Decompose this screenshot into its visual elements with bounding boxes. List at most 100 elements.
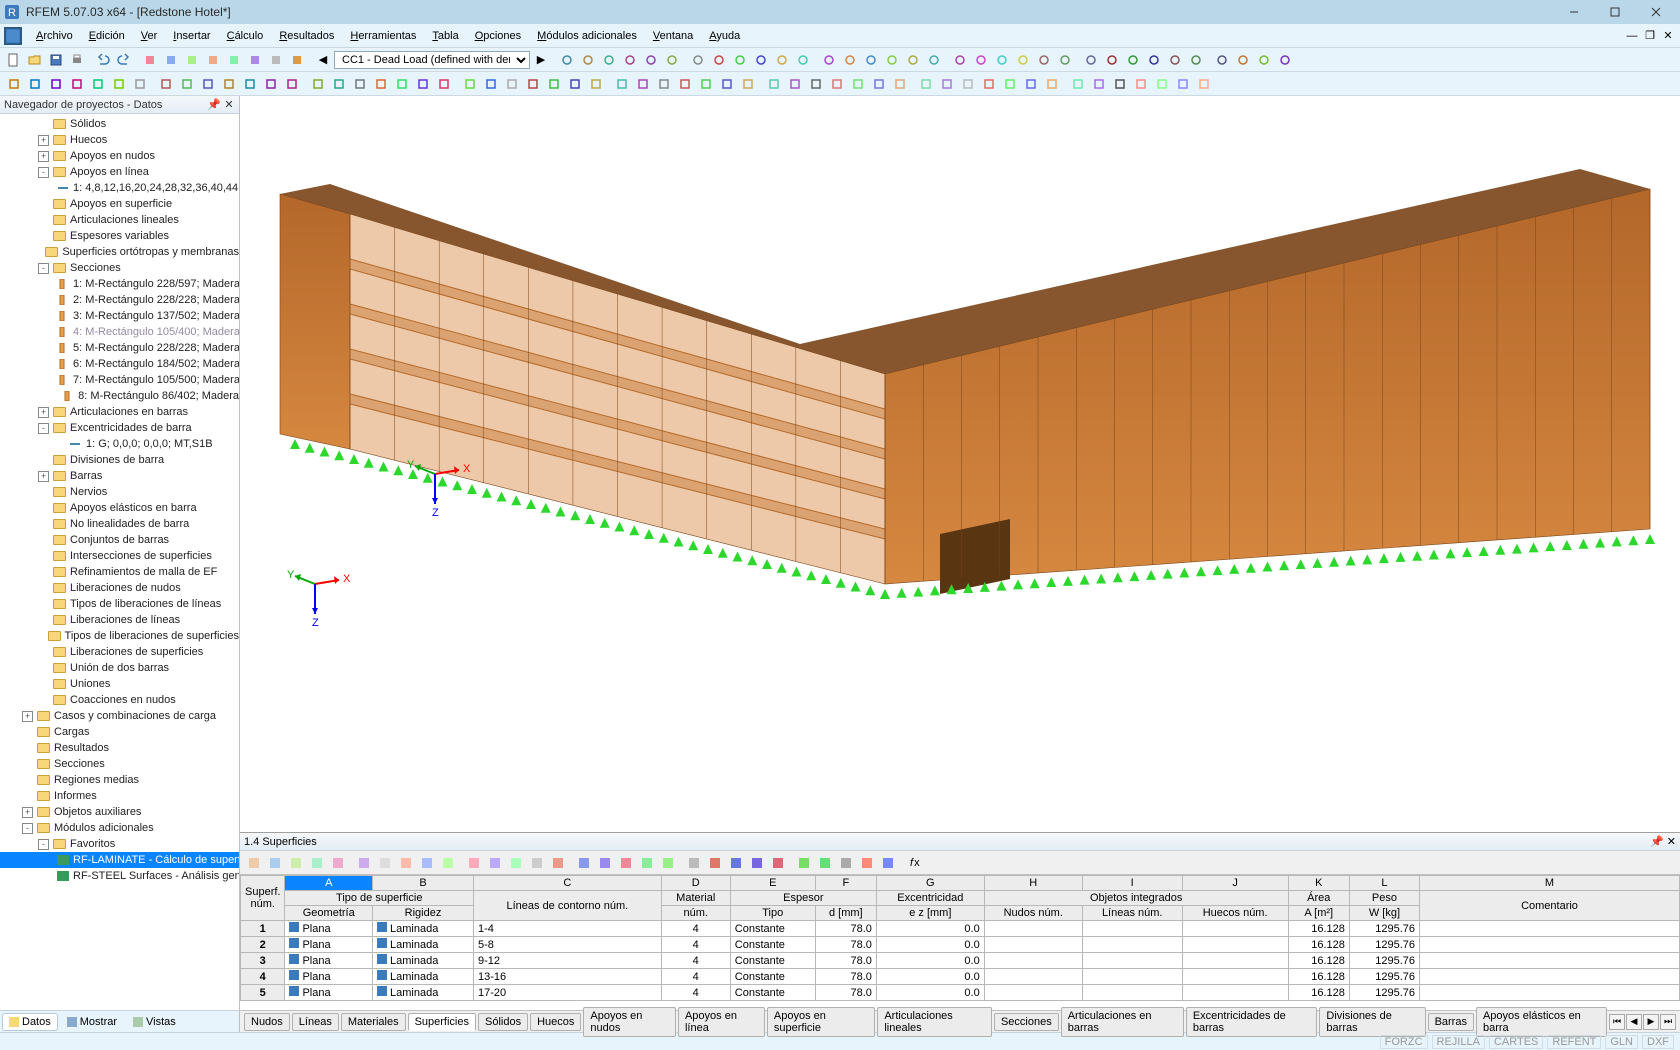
table-tool-icon[interactable] (658, 853, 678, 873)
tree-item[interactable]: Unión de dos barras (0, 660, 239, 676)
loadcase-prev-icon[interactable]: ◀ (313, 50, 333, 70)
menu-resultados[interactable]: Resultados (271, 27, 342, 45)
table-tab[interactable]: Sólidos (478, 1013, 528, 1031)
tree-item[interactable]: Articulaciones lineales (0, 212, 239, 228)
tool-icon[interactable] (992, 50, 1012, 70)
tool-icon[interactable] (916, 74, 936, 94)
tree-item[interactable]: RF-STEEL Surfaces - Análisis general (0, 868, 239, 884)
mdi-close-button[interactable]: ✕ (1660, 29, 1676, 43)
tree-item[interactable]: Secciones (0, 756, 239, 772)
tab-nav-button[interactable]: ⏭ (1660, 1014, 1676, 1030)
tree-item[interactable]: +Objetos auxiliares (0, 804, 239, 820)
tab-nav-button[interactable]: ▶ (1643, 1014, 1659, 1030)
tool-icon[interactable] (4, 74, 24, 94)
close-button[interactable] (1636, 2, 1676, 22)
tool-icon[interactable] (198, 74, 218, 94)
tool-icon[interactable] (177, 74, 197, 94)
status-segment[interactable]: FORZC (1380, 1035, 1428, 1049)
tool-icon[interactable] (261, 74, 281, 94)
tree-item[interactable]: 7: M-Rectángulo 105/500; Madera (0, 372, 239, 388)
menu-opciones[interactable]: Opciones (467, 27, 529, 45)
tool-icon[interactable] (738, 74, 758, 94)
tool-icon[interactable] (25, 74, 45, 94)
table-tool-icon[interactable] (794, 853, 814, 873)
status-segment[interactable]: REJILLA (1432, 1035, 1485, 1049)
tool-icon[interactable] (329, 74, 349, 94)
mdi-restore-button[interactable]: ❐ (1642, 29, 1658, 43)
pin-icon[interactable]: 📌 (1650, 835, 1664, 848)
table-tab[interactable]: Divisiones de barras (1319, 1007, 1425, 1037)
tool-icon[interactable] (88, 74, 108, 94)
tree-item[interactable]: Resultados (0, 740, 239, 756)
tool-icon[interactable] (882, 50, 902, 70)
tool-icon[interactable] (586, 74, 606, 94)
menu-tabla[interactable]: Tabla (424, 27, 466, 45)
table-tool-icon[interactable] (464, 853, 484, 873)
tool-icon[interactable] (46, 74, 66, 94)
tool-icon[interactable] (219, 74, 239, 94)
tree-item[interactable]: Coacciones en nudos (0, 692, 239, 708)
tree-item[interactable]: Nervios (0, 484, 239, 500)
tool-icon[interactable] (371, 74, 391, 94)
tool-icon[interactable] (1131, 74, 1151, 94)
table-tool-icon[interactable] (438, 853, 458, 873)
tool-icon[interactable] (161, 50, 181, 70)
table-tool-icon[interactable] (328, 853, 348, 873)
tool-icon[interactable] (1194, 74, 1214, 94)
table-tab[interactable]: Materiales (341, 1013, 406, 1031)
tool-icon[interactable] (730, 50, 750, 70)
menu-insertar[interactable]: Insertar (165, 27, 218, 45)
tree-item[interactable]: 1: G; 0,0,0; 0,0,0; MT,S1B (0, 436, 239, 452)
tree-item[interactable]: Liberaciones de líneas (0, 612, 239, 628)
tree-item[interactable]: 5: M-Rectángulo 228/228; Madera (0, 340, 239, 356)
tool-icon[interactable] (1186, 50, 1206, 70)
tool-icon[interactable] (696, 74, 716, 94)
table-tool-icon[interactable] (857, 853, 877, 873)
table-tool-icon[interactable] (684, 853, 704, 873)
tree-item[interactable]: Uniones (0, 676, 239, 692)
table-tool-icon[interactable] (726, 853, 746, 873)
tool-icon[interactable] (140, 50, 160, 70)
tool-icon[interactable] (1013, 50, 1033, 70)
tool-icon[interactable] (641, 50, 661, 70)
tool-icon[interactable] (224, 50, 244, 70)
tree-item[interactable]: +Apoyos en nudos (0, 148, 239, 164)
tool-icon[interactable] (1144, 50, 1164, 70)
table-tab[interactable]: Líneas (292, 1013, 339, 1031)
table-tool-icon[interactable] (747, 853, 767, 873)
tool-icon[interactable] (1233, 50, 1253, 70)
tree-item[interactable]: Tipos de liberaciones de líneas (0, 596, 239, 612)
table-tab[interactable]: Superficies (408, 1013, 476, 1031)
menu-edición[interactable]: Edición (81, 27, 133, 45)
tree-item[interactable]: Espesores variables (0, 228, 239, 244)
tool-icon[interactable] (633, 74, 653, 94)
tree-item[interactable]: +Articulaciones en barras (0, 404, 239, 420)
tool-icon[interactable] (1275, 50, 1295, 70)
tool-icon[interactable] (764, 74, 784, 94)
table-tab[interactable]: Articulaciones en barras (1061, 1007, 1184, 1037)
tree-item[interactable]: Regiones medias (0, 772, 239, 788)
tool-icon[interactable] (1081, 50, 1101, 70)
tree-item[interactable]: Liberaciones de nudos (0, 580, 239, 596)
tree-item[interactable]: RF-LAMINATE - Cálculo de superficies (0, 852, 239, 868)
tool-icon[interactable] (182, 50, 202, 70)
print-icon[interactable] (67, 50, 87, 70)
tree-item[interactable]: 1: 4,8,12,16,20,24,28,32,36,40,44,48 (0, 180, 239, 196)
pin-icon[interactable]: 📌 (208, 99, 220, 111)
tool-icon[interactable] (1068, 74, 1088, 94)
menu-ayuda[interactable]: Ayuda (701, 27, 748, 45)
loadcase-combo[interactable]: CC1 - Dead Load (defined with density) (334, 51, 530, 69)
tool-icon[interactable] (1055, 50, 1075, 70)
tool-icon[interactable] (1123, 50, 1143, 70)
table-tool-icon[interactable] (506, 853, 526, 873)
save-icon[interactable] (46, 50, 66, 70)
status-segment[interactable]: CARTES (1489, 1035, 1543, 1049)
tab-nav-button[interactable]: ◀ (1626, 1014, 1642, 1030)
tool-icon[interactable] (578, 50, 598, 70)
tool-icon[interactable] (1110, 74, 1130, 94)
tool-icon[interactable] (599, 50, 619, 70)
tree-item[interactable]: +Huecos (0, 132, 239, 148)
tool-icon[interactable] (1042, 74, 1062, 94)
status-segment[interactable]: REFENT (1547, 1035, 1601, 1049)
close-icon[interactable]: ✕ (1667, 835, 1676, 848)
